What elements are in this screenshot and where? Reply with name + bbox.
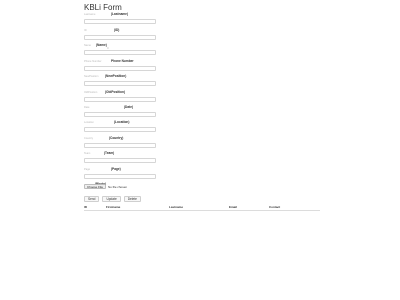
table-header: ID Firstname Lastname Email Contact <box>84 205 320 211</box>
file-status-text: No file chosen <box>108 184 128 189</box>
column-header-lastname: Lastname <box>169 205 184 209</box>
name-field-group: Name (Name) <box>84 43 164 55</box>
date-input[interactable] <box>84 112 156 117</box>
oldposition-field-group: OldPosition (OldPosition) <box>84 90 164 102</box>
date-label: (Date) <box>124 105 134 109</box>
phone-hint: Phone Number <box>84 60 102 63</box>
name-hint: Name <box>84 44 91 47</box>
id-input[interactable]: 0 <box>84 35 156 50</box>
newposition-input[interactable] <box>84 81 156 86</box>
column-header-id: ID <box>84 205 87 209</box>
location-field-group: Location (Location) <box>84 120 164 132</box>
team-input[interactable] <box>84 158 156 163</box>
team-label: (Team) <box>104 151 115 155</box>
update-button[interactable]: Update <box>102 196 121 202</box>
send-button[interactable]: Send <box>84 196 100 202</box>
location-label: (Location) <box>114 120 130 124</box>
lastname-input[interactable] <box>84 19 156 24</box>
location-input[interactable] <box>84 127 156 132</box>
date-hint: Date <box>84 106 90 109</box>
name-label: (Name) <box>96 43 107 47</box>
choose-file-button[interactable]: Choose File <box>84 184 107 189</box>
location-hint: Location <box>84 121 94 124</box>
oldposition-hint: OldPosition <box>84 91 98 94</box>
delete-button[interactable]: Delete <box>123 196 141 202</box>
form-actions: Send Update Delete <box>84 196 141 202</box>
id-field-group: ID (ID) 0 <box>84 28 164 50</box>
lastname-hint: Lastname <box>84 13 96 16</box>
column-header-email: Email <box>229 205 238 209</box>
country-label: (Country) <box>109 136 124 140</box>
oldposition-label: (OldPosition) <box>105 90 126 94</box>
newposition-field-group: NewPosition (NewPosition) <box>84 74 164 86</box>
team-field-group: Team (Team) <box>84 151 164 163</box>
page-hint: Page <box>84 168 91 171</box>
country-field-group: Country (Country) <box>84 136 164 148</box>
country-hint: Country <box>84 137 94 140</box>
newposition-hint: NewPosition <box>84 75 99 78</box>
id-hint: ID <box>84 29 87 32</box>
photo-file-input[interactable]: Choose File No file chosen <box>84 184 127 189</box>
column-header-contact: Contact <box>269 205 281 209</box>
lastname-label: (Lastname) <box>111 12 129 16</box>
page-label: (Page) <box>111 167 121 171</box>
phone-field-group: Phone Number Phone Number <box>84 59 164 71</box>
phone-label: Phone Number <box>111 59 134 63</box>
phone-input[interactable] <box>84 66 156 71</box>
column-header-firstname: Firstname <box>106 205 121 209</box>
page-title: KBLi Form <box>84 3 122 12</box>
date-field-group: Date (Date) <box>84 105 164 117</box>
id-label: (ID) <box>114 28 120 32</box>
page-input[interactable] <box>84 174 156 179</box>
oldposition-input[interactable] <box>84 97 156 102</box>
newposition-label: (NewPosition) <box>105 74 127 78</box>
name-input[interactable] <box>84 50 156 55</box>
lastname-field-group: Lastname (Lastname) <box>84 12 164 24</box>
country-input[interactable] <box>84 143 156 148</box>
team-hint: Team <box>84 152 91 155</box>
page-field-group: Page (Page) <box>84 167 164 179</box>
